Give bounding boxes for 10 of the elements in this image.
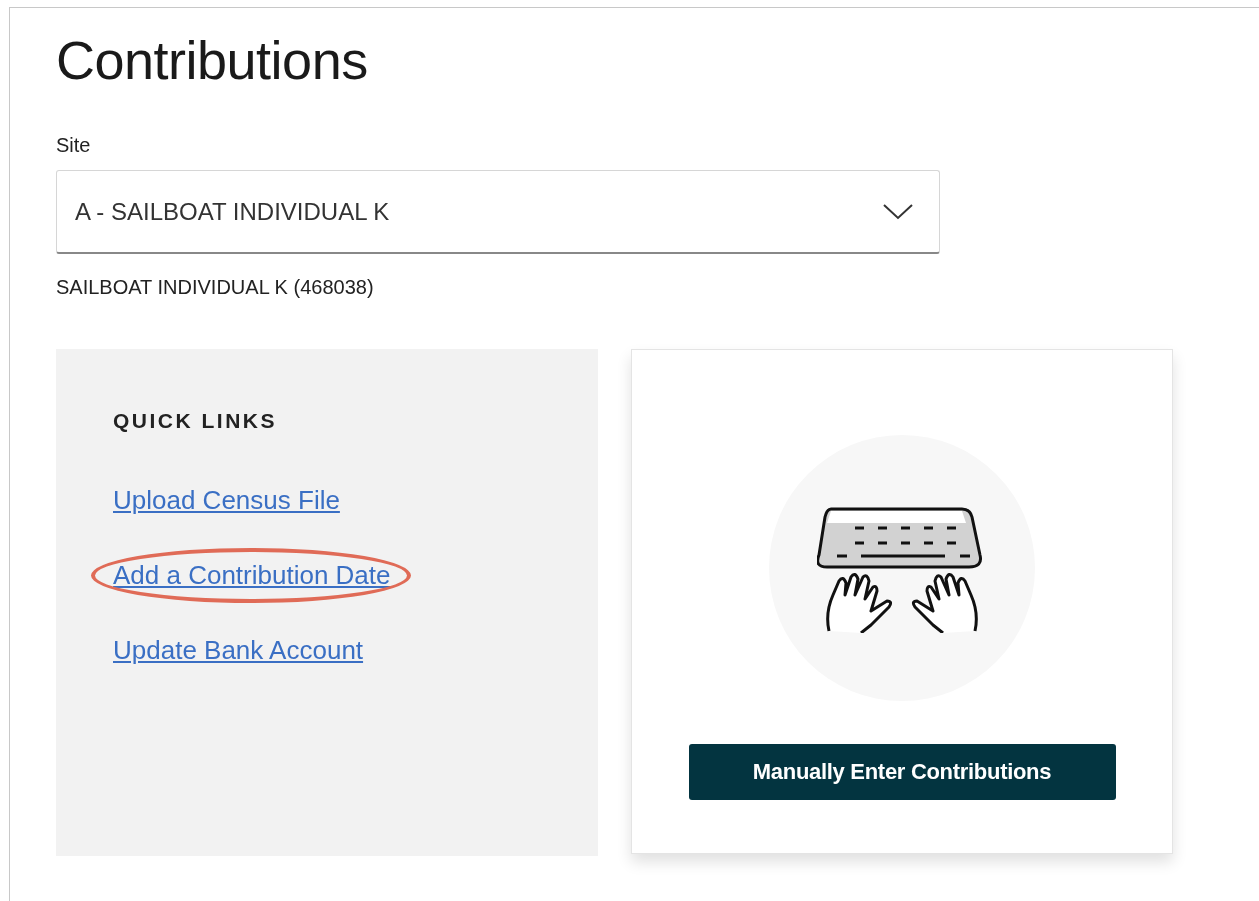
manual-entry-button[interactable]: Manually Enter Contributions [688,744,1116,800]
field-label: Site [56,134,92,157]
site-caption: SAILBOAT INDIVIDUAL K (468038) [56,276,375,299]
page-title: Contributions [56,29,369,92]
site-select[interactable]: A - SAILBOAT INDIVIDUAL K [56,170,940,254]
section-heading: QUICK LINKS [113,409,278,433]
quick-link[interactable]: Update Bank Account [113,635,364,665]
quick-link[interactable]: Add a Contribution Date [113,560,391,590]
quick-link[interactable]: Upload Census File [113,485,340,515]
chevron-down-icon [883,203,913,220]
